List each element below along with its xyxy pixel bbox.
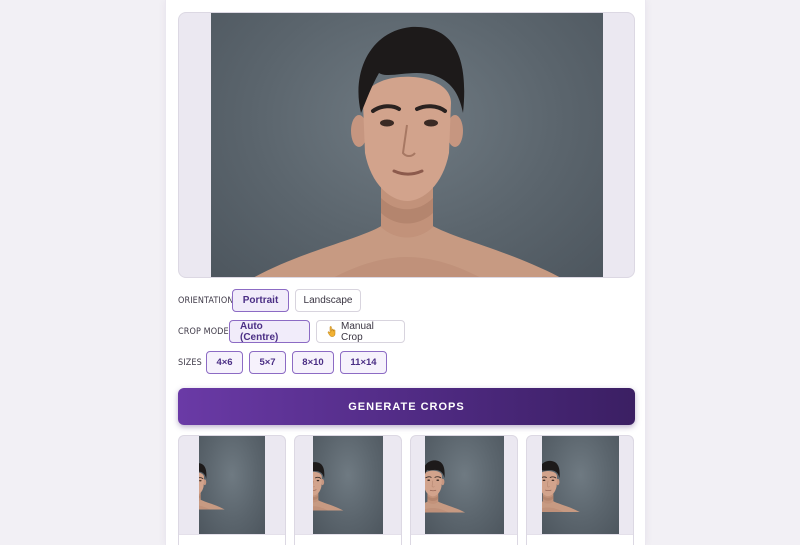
crop-thumbnail-footer xyxy=(295,534,401,545)
crop-mode-manual-button[interactable]: Manual Crop xyxy=(316,320,405,343)
crop-thumbnail-photo xyxy=(313,436,383,534)
orientation-landscape-button[interactable]: Landscape xyxy=(295,289,361,312)
crop-thumbnail[interactable] xyxy=(410,435,518,545)
crop-thumbnail[interactable] xyxy=(178,435,286,545)
crop-thumbnail-footer xyxy=(411,534,517,545)
size-11x14-button[interactable]: 11×14 xyxy=(340,351,387,374)
crop-mode-auto-button[interactable]: Auto (Centre) xyxy=(229,320,310,343)
main-card: ORIENTATION Portrait Landscape CROP MODE… xyxy=(165,0,646,545)
size-4x6-button[interactable]: 4×6 xyxy=(206,351,243,374)
crop-mode-label: CROP MODE xyxy=(178,326,229,337)
crop-thumbnail[interactable] xyxy=(294,435,402,545)
crop-thumbnail[interactable] xyxy=(526,435,634,545)
size-8x10-button[interactable]: 8×10 xyxy=(292,351,334,374)
crop-thumbnail-photo xyxy=(542,436,619,534)
sizes-row: SIZES 4×6 5×7 8×10 11×14 xyxy=(178,351,387,374)
crop-thumbnail-photo xyxy=(425,436,504,534)
image-preview xyxy=(178,12,635,278)
generate-crops-button[interactable]: GENERATE CROPS xyxy=(178,388,635,425)
crop-mode-row: CROP MODE Auto (Centre) Manual Crop xyxy=(178,320,405,343)
size-5x7-button[interactable]: 5×7 xyxy=(249,351,286,374)
orientation-row: ORIENTATION Portrait Landscape xyxy=(178,289,361,312)
orientation-portrait-button[interactable]: Portrait xyxy=(232,289,289,312)
crop-thumbnail-footer xyxy=(179,534,285,545)
sizes-label: SIZES xyxy=(178,357,202,368)
portrait-photo xyxy=(211,13,603,277)
crop-thumbnail-photo xyxy=(199,436,265,534)
crop-thumbnail-footer xyxy=(527,534,633,545)
orientation-label: ORIENTATION xyxy=(178,295,234,306)
crop-mode-manual-label: Manual Crop xyxy=(341,320,374,343)
hand-pointer-icon xyxy=(327,326,337,337)
